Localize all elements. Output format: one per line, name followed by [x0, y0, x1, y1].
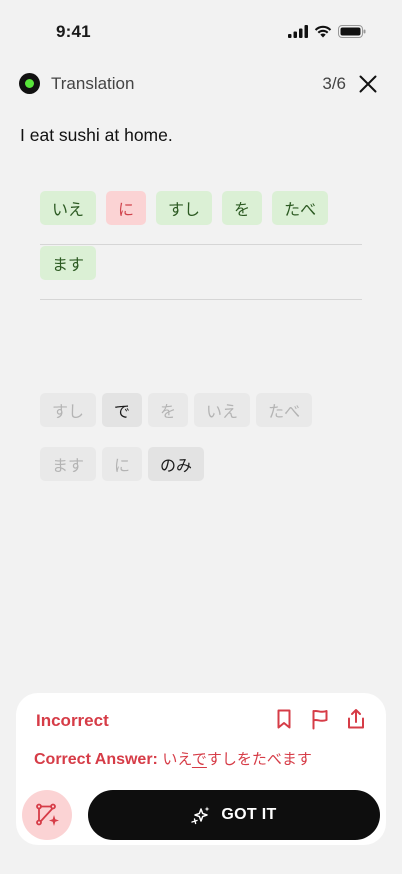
flag-icon — [312, 709, 328, 730]
report-button[interactable] — [310, 708, 330, 730]
magic-wand-icon — [36, 803, 59, 826]
answer-chip[interactable]: を — [222, 191, 263, 225]
word-bank: すし で を いえ たべ ます に のみ — [40, 393, 362, 481]
word-bank-chip-used: ます — [40, 447, 97, 481]
answer-area: いえ に すし を たべ ます — [40, 190, 362, 300]
word-bank-chip-used: たべ — [256, 393, 313, 427]
answer-chip[interactable]: いえ — [40, 191, 97, 225]
close-button[interactable] — [356, 72, 380, 96]
got-it-button[interactable]: GOT IT — [88, 790, 380, 840]
got-it-label: GOT IT — [221, 806, 277, 823]
bookmark-button[interactable] — [274, 708, 294, 730]
feedback-actions — [274, 708, 366, 730]
answer-chip[interactable]: すし — [156, 191, 213, 225]
answer-chip-wrong[interactable]: に — [106, 191, 147, 225]
source-sentence: I eat sushi at home. — [20, 125, 173, 145]
share-icon — [348, 709, 364, 729]
answer-chip[interactable]: ます — [40, 246, 97, 280]
progress-counter: 3/6 — [322, 74, 346, 93]
correct-answer: Correct Answer: いえですしをたべます — [34, 748, 312, 769]
answer-line: ます — [40, 245, 362, 300]
wifi-icon — [314, 25, 332, 38]
mode-indicator-icon — [19, 73, 40, 94]
result-status: Incorrect — [36, 711, 109, 730]
correct-answer-label: Correct Answer: — [34, 751, 158, 768]
answer-line: いえ に すし を たべ — [40, 190, 362, 245]
answer-chip[interactable]: たべ — [272, 191, 329, 225]
correct-answer-text: いえですしをたべます — [162, 750, 312, 768]
close-icon — [359, 75, 377, 93]
sparkle-icon — [191, 806, 210, 825]
word-bank-chip-used: を — [148, 393, 189, 427]
word-bank-chip-used: いえ — [194, 393, 251, 427]
exercise-type-title: Translation — [51, 74, 135, 93]
status-icons — [288, 25, 366, 38]
status-time: 9:41 — [56, 22, 91, 41]
answer-segment: いえ — [162, 750, 192, 768]
cellular-signal-icon — [288, 25, 308, 38]
answer-highlight: で — [191, 750, 207, 768]
explain-button[interactable] — [22, 790, 72, 840]
battery-icon — [338, 25, 366, 38]
word-bank-chip[interactable]: で — [102, 393, 143, 427]
answer-segment: すしをたべます — [206, 750, 312, 768]
bookmark-icon — [277, 709, 291, 729]
word-bank-chip-used: すし — [40, 393, 97, 427]
share-button[interactable] — [346, 708, 366, 730]
status-bar: 9:41 — [0, 0, 402, 60]
word-bank-chip[interactable]: のみ — [148, 447, 205, 481]
lesson-header: Translation 3/6 — [0, 64, 402, 104]
word-bank-chip-used: に — [102, 447, 143, 481]
